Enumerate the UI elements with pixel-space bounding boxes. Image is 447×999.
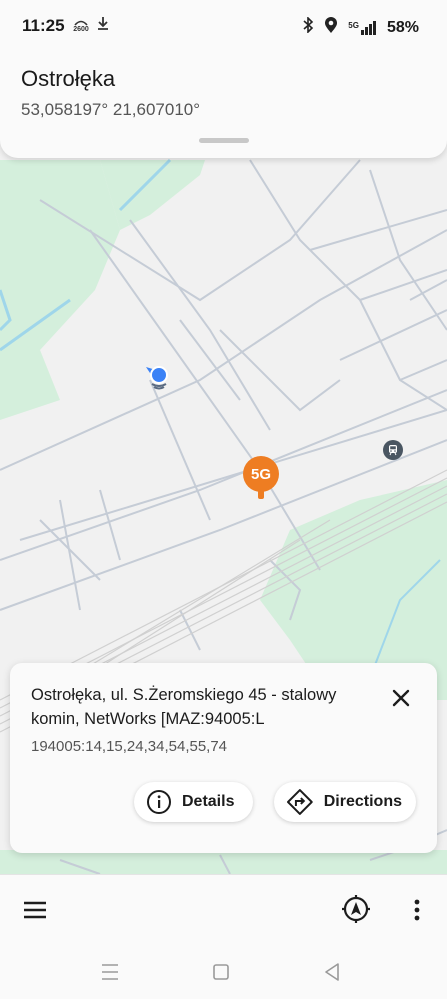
details-label: Details	[182, 793, 235, 810]
directions-icon	[286, 789, 313, 815]
recents-button[interactable]	[98, 960, 122, 984]
location-header[interactable]: Ostrołęka 53,058197° 21,607010°	[0, 52, 447, 158]
menu-icon	[24, 901, 46, 919]
details-button[interactable]: Details	[134, 782, 253, 822]
home-button[interactable]	[209, 960, 233, 984]
clock: 11:25	[22, 16, 65, 35]
info-icon	[147, 790, 171, 814]
more-options-button[interactable]	[407, 895, 427, 925]
5g-marker-label: 5G	[243, 456, 279, 492]
coordinates: 53,058197° 21,607010°	[21, 100, 201, 119]
recents-icon	[102, 964, 118, 980]
more-vert-icon	[414, 899, 420, 921]
home-icon	[213, 964, 229, 980]
5g-signal-icon: 5G	[348, 20, 377, 35]
drag-handle[interactable]	[199, 138, 249, 143]
bottom-toolbar	[0, 874, 447, 944]
bluetooth-icon	[302, 16, 314, 38]
directions-button[interactable]: Directions	[274, 782, 416, 822]
place-name: Ostrołęka	[21, 66, 116, 91]
user-location-marker[interactable]	[144, 362, 174, 392]
close-icon	[392, 689, 410, 707]
menu-button[interactable]	[22, 897, 48, 923]
status-bar: 11:25 2600 5G 58%	[0, 0, 447, 52]
location-icon	[324, 16, 338, 39]
network-speed-value: 2600	[73, 25, 89, 33]
back-button[interactable]	[320, 960, 344, 984]
close-button[interactable]	[386, 683, 416, 713]
directions-label: Directions	[323, 793, 402, 810]
cell-ids: 194005:14,15,24,34,54,55,74	[31, 738, 228, 755]
download-icon	[97, 16, 109, 35]
tower-info-card: Ostrołęka, ul. S.Żeromskiego 45 - stalow…	[10, 663, 437, 853]
network-type-label: 5G	[348, 20, 359, 30]
navigation-icon	[342, 895, 370, 923]
navigation-button[interactable]	[341, 894, 371, 924]
train-station-icon[interactable]	[383, 440, 403, 460]
system-navigation-bar	[0, 944, 447, 999]
site-title: Ostrołęka, ul. S.Żeromskiego 45 - stalow…	[31, 686, 337, 728]
back-icon	[325, 963, 339, 981]
battery-level: 58%	[386, 18, 419, 36]
5g-tower-marker[interactable]: 5G	[243, 456, 279, 502]
network-speed-icon: 2600	[73, 18, 89, 34]
